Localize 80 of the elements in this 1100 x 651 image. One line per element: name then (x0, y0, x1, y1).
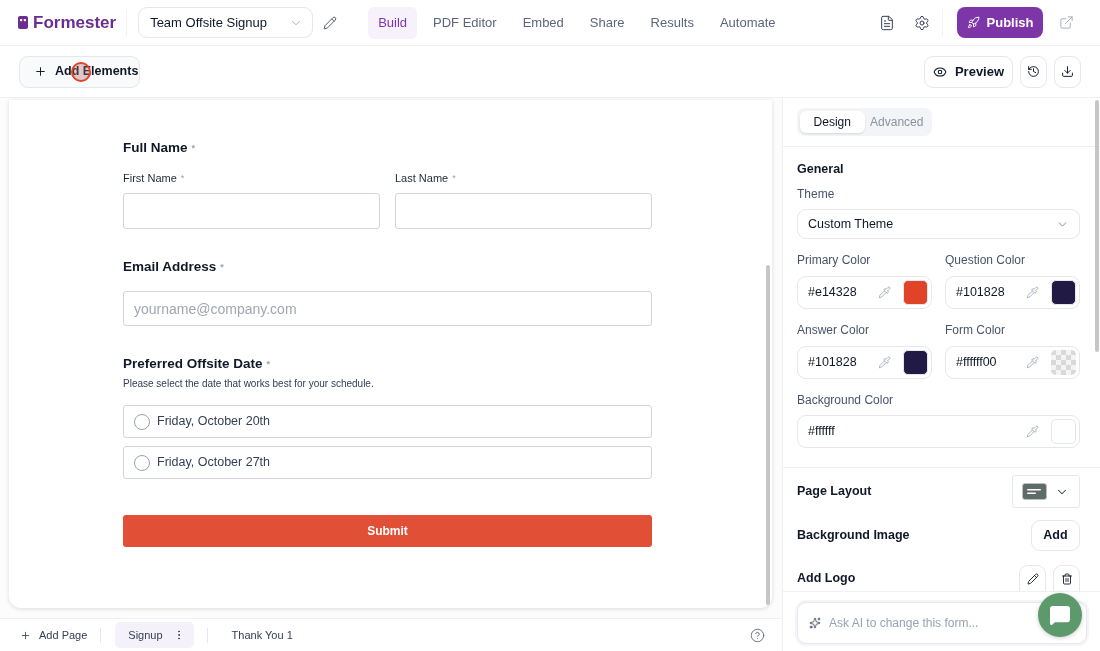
field-label: Email Address * (123, 258, 225, 276)
color-field[interactable]: #ffffff00 (945, 346, 1080, 379)
logo-icon (18, 16, 28, 29)
eyedropper-icon[interactable] (878, 286, 891, 299)
theme-label: Theme (797, 186, 836, 202)
pencil-icon (1026, 572, 1039, 585)
help-icon[interactable] (750, 627, 765, 643)
color-label: Form Color (945, 322, 1006, 338)
delete-logo-button[interactable] (1053, 565, 1080, 591)
scrollbar[interactable] (1095, 100, 1099, 352)
preview-button[interactable]: Preview (924, 55, 1013, 88)
color-label: Primary Color (797, 252, 872, 268)
field-description: Please select the date that works best for your schedule. (123, 377, 375, 391)
color-swatch-icon[interactable] (1051, 280, 1076, 305)
nav-tab[interactable]: Embed (512, 6, 574, 39)
email-input[interactable]: yourname@company.com (123, 291, 652, 326)
color-field[interactable]: #101828 (797, 346, 932, 379)
field-label: Full Name * (123, 139, 197, 157)
color-label: Answer Color (797, 322, 871, 338)
eyedropper-icon[interactable] (1026, 286, 1039, 299)
nav-tab[interactable]: Automate (709, 6, 786, 39)
submit-button[interactable]: Submit (123, 515, 652, 547)
form-name-dropdown[interactable]: Team Offsite Signup (138, 7, 314, 38)
radio-option[interactable]: Friday, October 20th (123, 405, 652, 438)
scrollbar[interactable] (766, 265, 770, 605)
field-label: Preferred Offsite Date * (123, 355, 272, 373)
ai-prompt-input[interactable]: Ask AI to change this form... (829, 614, 1029, 632)
page-tab[interactable]: Thank You 1 (221, 622, 303, 648)
text-input[interactable] (123, 193, 380, 229)
history-button[interactable] (1020, 55, 1047, 88)
nav-tab[interactable]: Share (579, 6, 635, 39)
color-label: Question Color (945, 252, 1027, 268)
document-icon[interactable] (879, 14, 895, 31)
color-field[interactable]: #ffffff (797, 415, 1080, 448)
chat-button[interactable] (1038, 593, 1082, 637)
sparkle-icon (809, 617, 821, 629)
nav-tab[interactable]: PDF Editor (423, 6, 507, 39)
text-input[interactable] (395, 193, 652, 229)
color-label: Background Color (797, 392, 895, 408)
plus-icon (34, 65, 47, 78)
page-tab[interactable]: Signup (115, 622, 194, 648)
settings-icon[interactable] (914, 14, 930, 31)
subfield-label: Last Name * (395, 171, 457, 186)
theme-dropdown[interactable]: Custom Theme (797, 209, 1080, 239)
setting-label: Background Image (797, 527, 910, 545)
transparent-swatch-icon[interactable] (1051, 350, 1076, 375)
ai-prompt-box[interactable]: Ask AI to change this form... (797, 602, 1087, 644)
chat-bubble-icon (1049, 604, 1071, 626)
setting-label: Page Layout (797, 483, 872, 501)
rocket-icon (966, 16, 980, 29)
color-swatch-icon[interactable] (1051, 419, 1076, 444)
nav-tab[interactable]: Build (368, 6, 418, 39)
color-swatch-icon[interactable] (903, 280, 928, 305)
eyedropper-icon[interactable] (878, 356, 891, 369)
color-swatch-icon[interactable] (903, 350, 928, 375)
layout-icon (1022, 483, 1047, 500)
publish-button[interactable]: Publish (957, 7, 1043, 38)
edit-logo-button[interactable] (1019, 565, 1046, 591)
layout-dropdown[interactable] (1012, 475, 1080, 508)
section-title: General (797, 161, 845, 177)
color-field[interactable]: #101828 (945, 276, 1080, 309)
radio-option[interactable]: Friday, October 27th (123, 446, 652, 479)
add-page-button[interactable]: Add Page (20, 626, 88, 644)
trash-icon (1060, 572, 1073, 585)
setting-label: Add Logo (797, 569, 856, 587)
eyedropper-icon[interactable] (1026, 425, 1039, 438)
color-field[interactable]: #e14328 (797, 276, 932, 309)
add-image-button[interactable]: Add (1031, 520, 1080, 551)
plus-icon (20, 629, 31, 641)
logo-text: Formester (33, 11, 117, 34)
nav-tab[interactable]: Results (640, 6, 704, 39)
history-icon (1027, 65, 1040, 78)
eye-icon (932, 64, 947, 79)
download-icon (1061, 65, 1074, 78)
subfield-label: First Name * (123, 171, 186, 186)
external-link-icon[interactable] (1059, 15, 1074, 30)
eyedropper-icon[interactable] (1026, 356, 1039, 369)
panel-tab[interactable]: Design (800, 111, 865, 133)
edit-icon[interactable] (323, 15, 338, 30)
download-button[interactable] (1054, 55, 1081, 88)
